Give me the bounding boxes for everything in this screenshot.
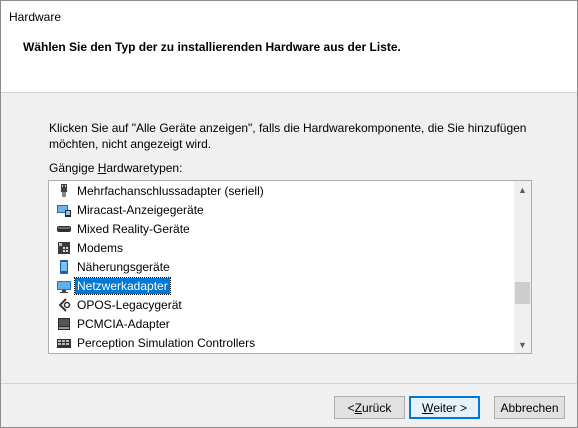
list-item-label: PCMCIA-Adapter: [77, 316, 170, 331]
pcmcia-icon: [56, 316, 72, 332]
hardware-types-list[interactable]: Mehrfachanschlussadapter (seriell) Mirac…: [48, 180, 532, 354]
list-item[interactable]: Mehrfachanschlussadapter (seriell): [49, 181, 513, 200]
list-item-label: Perception Simulation Controllers: [77, 335, 256, 350]
scroll-thumb[interactable]: [515, 282, 530, 304]
list-item-label: Modems: [77, 240, 124, 255]
wizard-header: Hardware Wählen Sie den Typ der zu insta…: [1, 1, 577, 93]
instruction-text: Klicken Sie auf "Alle Geräte anzeigen", …: [49, 121, 527, 151]
hardware-types-items: Mehrfachanschlussadapter (seriell) Mirac…: [49, 181, 513, 352]
scroll-up-icon[interactable]: ▲: [514, 181, 531, 198]
list-scrollbar[interactable]: ▲ ▼: [514, 181, 531, 353]
list-item[interactable]: PCMCIA-Adapter: [49, 314, 513, 333]
list-item-label: OPOS-Legacygerät: [77, 297, 182, 312]
perception-controller-icon: [56, 335, 72, 351]
list-item-label: Miracast-Anzeigegeräte: [77, 202, 204, 217]
miracast-display-icon: [56, 202, 72, 218]
headset-icon: [56, 221, 72, 237]
proximity-device-icon: [56, 259, 72, 275]
scroll-down-icon[interactable]: ▼: [514, 336, 531, 353]
list-item-label: Netzwerkadapter: [74, 276, 171, 295]
cancel-button[interactable]: Abbrechen: [494, 396, 565, 419]
list-item[interactable]: Perception Simulation Controllers: [49, 333, 513, 352]
hardware-types-label: Gängige Hardwaretypen:: [49, 161, 183, 175]
network-adapter-icon: [56, 278, 72, 294]
list-item-selected[interactable]: Netzwerkadapter: [49, 276, 513, 295]
add-hardware-dialog: Hardware Wählen Sie den Typ der zu insta…: [0, 0, 578, 428]
list-item-label: Näherungsgeräte: [77, 259, 170, 274]
next-button[interactable]: Weiter >: [409, 396, 480, 419]
footer-divider: [1, 383, 577, 384]
list-item-label: Mehrfachanschlussadapter (seriell): [77, 183, 264, 198]
page-subtitle: Wählen Sie den Typ der zu installierende…: [23, 40, 401, 54]
opos-device-icon: [56, 297, 72, 313]
window-title: Hardware: [9, 10, 62, 24]
modem-icon: [56, 240, 72, 256]
serial-port-icon: [56, 183, 72, 199]
list-item[interactable]: Mixed Reality-Geräte: [49, 219, 513, 238]
list-item[interactable]: Modems: [49, 238, 513, 257]
list-item[interactable]: Näherungsgeräte: [49, 257, 513, 276]
back-button[interactable]: < Zurück: [334, 396, 405, 419]
list-item[interactable]: OPOS-Legacygerät: [49, 295, 513, 314]
list-item[interactable]: Miracast-Anzeigegeräte: [49, 200, 513, 219]
list-item-label: Mixed Reality-Geräte: [77, 221, 190, 236]
